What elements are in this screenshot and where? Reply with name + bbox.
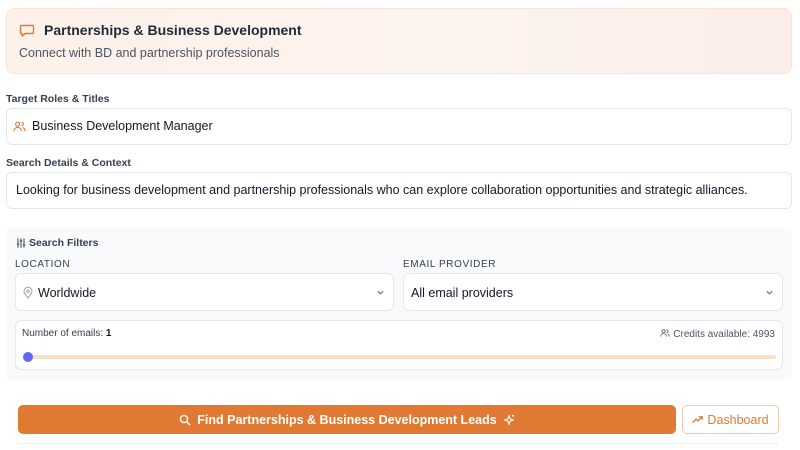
category-subtitle: Connect with BD and partnership professi…: [19, 46, 280, 60]
dashboard-button[interactable]: Dashboard: [682, 405, 779, 434]
users-icon: [660, 329, 671, 337]
search-context-label: Search Details & Context: [6, 157, 131, 169]
target-roles-input[interactable]: Business Development Manager: [6, 108, 792, 145]
email-provider-value: All email providers: [411, 286, 514, 300]
location-label: LOCATION: [15, 259, 71, 270]
chevron-down-icon: [377, 290, 384, 295]
search-filters-panel: Search Filters LOCATION Worldwide EMAIL …: [6, 228, 792, 380]
search-icon: [179, 414, 191, 425]
credits-available-text: Credits available: 4993: [673, 329, 775, 340]
find-leads-button-label: Find Partnerships & Business Development…: [197, 412, 497, 427]
credits-available: Credits available: 4993: [660, 328, 775, 340]
search-context-value: Looking for business development and par…: [16, 183, 748, 197]
divider: [18, 443, 779, 444]
target-roles-value: Business Development Manager: [32, 119, 213, 133]
category-header-card: Partnerships & Business Development Conn…: [6, 8, 792, 74]
chevron-down-icon: [766, 290, 773, 295]
sparkles-icon: [503, 414, 514, 425]
email-count-slider-track[interactable]: [26, 355, 776, 359]
email-provider-label: EMAIL PROVIDER: [403, 259, 497, 270]
email-count-label: Number of emails: 1: [22, 328, 111, 339]
trending-up-icon: [692, 416, 704, 423]
find-leads-button[interactable]: Find Partnerships & Business Development…: [18, 405, 676, 434]
dashboard-button-label: Dashboard: [707, 412, 769, 427]
location-value: Worldwide: [38, 286, 97, 300]
map-pin-icon: [23, 287, 33, 299]
target-roles-label: Target Roles & Titles: [6, 93, 110, 105]
search-filters-title: Search Filters: [29, 237, 99, 249]
email-count-value: 1: [105, 328, 112, 339]
location-select[interactable]: Worldwide: [15, 273, 394, 311]
category-title: Partnerships & Business Development: [44, 22, 302, 38]
search-context-textarea[interactable]: Looking for business development and par…: [6, 172, 792, 209]
users-icon: [13, 121, 26, 132]
email-count-label-text: Number of emails:: [22, 328, 104, 339]
sliders-icon: [16, 238, 26, 248]
email-provider-select[interactable]: All email providers: [403, 273, 783, 311]
email-count-slider-thumb[interactable]: [23, 352, 33, 362]
email-count-panel: Number of emails: 1 Credits available: 4…: [15, 320, 783, 370]
chat-bubble-icon: [19, 24, 35, 37]
